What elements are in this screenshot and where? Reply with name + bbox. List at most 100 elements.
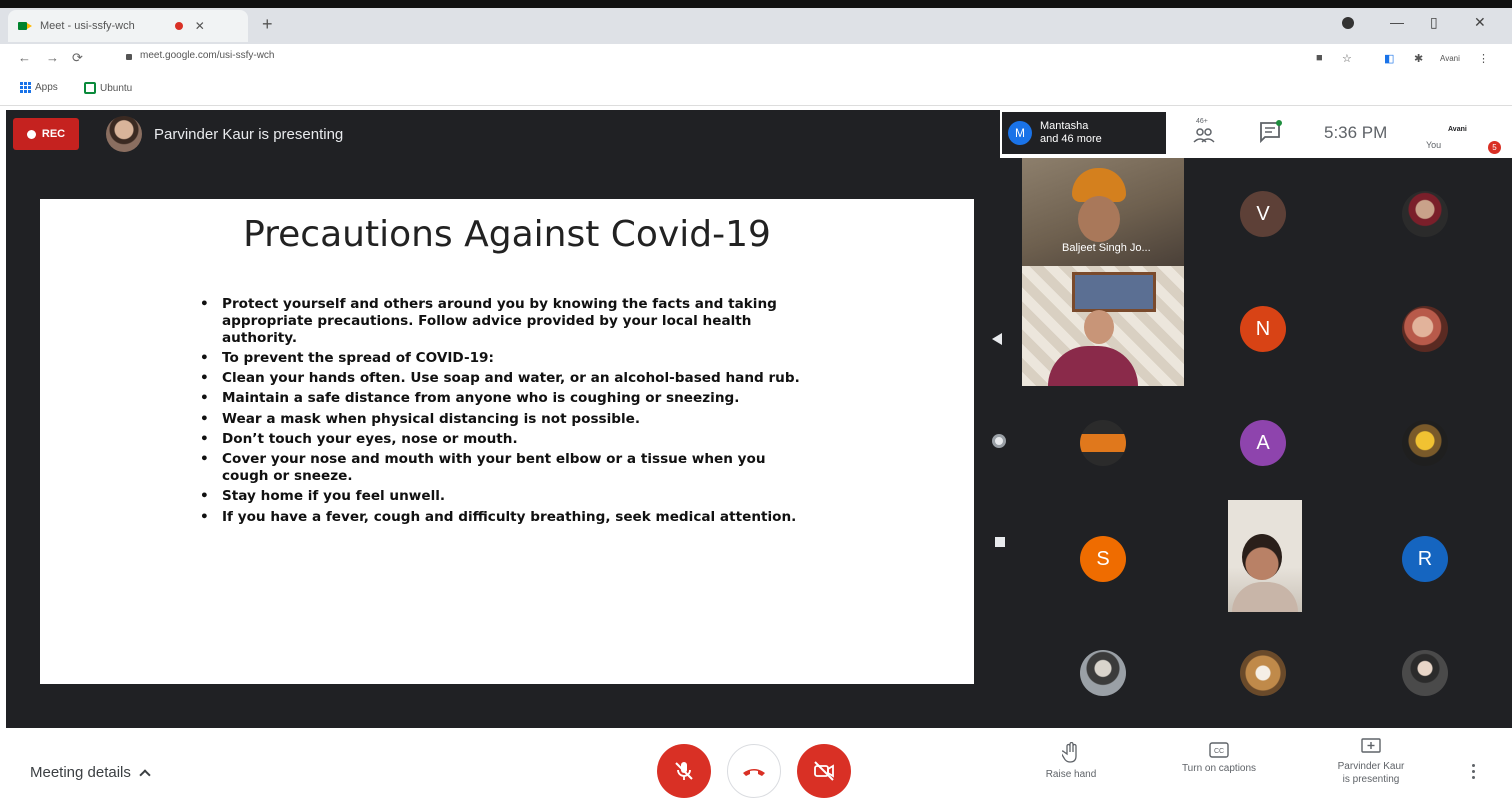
participants-summary[interactable]: M Mantasha and 46 more bbox=[1002, 112, 1166, 154]
extensions-icon[interactable]: ✱ bbox=[1414, 52, 1423, 65]
close-tab-icon[interactable]: ✕ bbox=[195, 19, 205, 33]
slide-bullet: Maintain a safe distance from anyone who… bbox=[196, 390, 816, 407]
people-button[interactable]: 46+ bbox=[1190, 118, 1218, 148]
more-options-button[interactable] bbox=[1472, 764, 1475, 779]
leave-call-button[interactable] bbox=[727, 744, 781, 798]
participant-video-tile[interactable] bbox=[1022, 266, 1184, 386]
android-home-icon[interactable] bbox=[992, 434, 1006, 448]
bookmark-apps[interactable]: Apps bbox=[20, 82, 58, 93]
android-recents-icon[interactable] bbox=[995, 537, 1005, 547]
forward-button[interactable]: → bbox=[46, 50, 59, 65]
meeting-clock: 5:36 PM bbox=[1324, 123, 1388, 142]
presenting-label-line1: Parvinder Kaur bbox=[1337, 761, 1405, 772]
participant-photo[interactable] bbox=[1080, 650, 1126, 696]
apps-grid-icon bbox=[20, 82, 31, 93]
notification-badge: 5 bbox=[1488, 141, 1501, 154]
new-tab-button[interactable]: + bbox=[262, 14, 273, 35]
self-name: Avani bbox=[1448, 126, 1467, 133]
participants-summary-text: Mantasha and 46 more bbox=[1040, 120, 1102, 146]
recording-indicator-icon bbox=[174, 22, 183, 30]
participant-avatar-a[interactable]: A bbox=[1240, 420, 1286, 466]
browser-menu-icon[interactable]: ⋮ bbox=[1478, 52, 1489, 65]
url-field[interactable]: meet.google.com/usi-ssfy-wch bbox=[140, 50, 275, 61]
participant-avatar-s[interactable]: S bbox=[1080, 536, 1126, 582]
mic-off-icon bbox=[675, 762, 693, 780]
presenting-status: Parvinder Kaur is presenting bbox=[154, 126, 344, 143]
participant-video-tile[interactable] bbox=[1228, 500, 1302, 612]
wall-poster bbox=[1072, 272, 1156, 312]
chat-icon bbox=[1260, 120, 1282, 144]
meet-favicon-icon bbox=[18, 20, 32, 32]
profile-circle-icon[interactable] bbox=[1342, 16, 1354, 32]
translate-icon[interactable]: ◧ bbox=[1384, 52, 1394, 65]
reload-button[interactable]: ⟳ bbox=[72, 50, 83, 66]
chat-button[interactable] bbox=[1258, 120, 1284, 144]
participant-avatar-n[interactable]: N bbox=[1240, 306, 1286, 352]
participant-name-label: Baljeet Singh Jo... bbox=[1062, 242, 1151, 254]
shoulders-shape bbox=[1232, 582, 1298, 612]
participant-photo[interactable] bbox=[1402, 191, 1448, 237]
chevron-up-icon bbox=[139, 768, 151, 781]
participant-photo[interactable] bbox=[1240, 650, 1286, 696]
presenting-label-line2: is presenting bbox=[1342, 774, 1400, 785]
presenting-button[interactable]: Parvinder Kaur is presenting bbox=[1316, 738, 1426, 786]
participant-avatar: M bbox=[1008, 121, 1032, 145]
face-shape bbox=[1078, 196, 1120, 242]
android-back-icon[interactable] bbox=[992, 333, 1002, 345]
shoulders-shape bbox=[1048, 346, 1138, 386]
face-shape bbox=[1084, 310, 1114, 344]
lock-icon bbox=[126, 54, 132, 60]
slide-bullet: If you have a fever, cough and difficult… bbox=[196, 509, 816, 526]
bookmark-star-icon[interactable]: ☆ bbox=[1342, 52, 1352, 65]
participant-photo[interactable] bbox=[1402, 420, 1448, 466]
end-call-icon bbox=[743, 769, 765, 776]
participant-photo[interactable] bbox=[1402, 650, 1448, 696]
participant-video-tile[interactable]: Baljeet Singh Jo... bbox=[1022, 158, 1184, 266]
bookmarks-bar bbox=[0, 76, 1512, 106]
present-screen-icon bbox=[1361, 738, 1381, 753]
bookmark-ubuntu[interactable]: Ubuntu bbox=[84, 82, 132, 94]
raise-hand-button[interactable]: Raise hand bbox=[1016, 742, 1126, 781]
slide-title: Precautions Against Covid-19 bbox=[243, 214, 771, 255]
presenter-avatar bbox=[106, 116, 142, 152]
presenting-label: Parvinder Kaur is presenting bbox=[1338, 760, 1405, 786]
slide-bullet-list: Protect yourself and others around you b… bbox=[196, 296, 816, 529]
slide-bullet: Protect yourself and others around you b… bbox=[196, 296, 816, 346]
camera-off-icon bbox=[814, 761, 834, 781]
more-options-icon bbox=[1472, 764, 1475, 767]
self-label: You bbox=[1426, 140, 1442, 150]
slide-bullet: Stay home if you feel unwell. bbox=[196, 488, 816, 505]
slide-bullet: Wear a mask when physical distancing is … bbox=[196, 411, 816, 428]
participant-photo[interactable] bbox=[1080, 420, 1126, 466]
profile-label[interactable]: Avani bbox=[1440, 54, 1460, 63]
captions-button[interactable]: CC Turn on captions bbox=[1164, 742, 1274, 775]
back-button[interactable]: ← bbox=[18, 50, 31, 65]
summary-name: Mantasha bbox=[1040, 120, 1089, 132]
svg-text:CC: CC bbox=[1214, 748, 1224, 755]
tab-title: Meet - usi-ssfy-wch bbox=[40, 20, 135, 32]
participant-avatar-v[interactable]: V bbox=[1240, 191, 1286, 237]
camera-toggle-button[interactable] bbox=[797, 744, 851, 798]
minimize-button[interactable]: — bbox=[1390, 14, 1404, 30]
meeting-details-button[interactable]: Meeting details bbox=[30, 764, 151, 781]
close-window-button[interactable]: ✕ bbox=[1474, 14, 1486, 31]
captions-icon: CC bbox=[1209, 742, 1229, 758]
slide-bullet: To prevent the spread of COVID-19: bbox=[196, 350, 816, 367]
ubuntu-bookmark-icon bbox=[84, 82, 96, 94]
restore-button[interactable]: ▯ bbox=[1430, 14, 1438, 31]
camera-icon[interactable]: ■ bbox=[1316, 52, 1323, 64]
raise-hand-icon bbox=[1062, 742, 1077, 763]
people-count: 46+ bbox=[1196, 118, 1208, 125]
face-shape bbox=[1242, 534, 1282, 580]
browser-tab[interactable]: Meet - usi-ssfy-wch ✕ bbox=[8, 10, 248, 42]
window-top-edge bbox=[0, 0, 1512, 8]
recording-badge: REC bbox=[13, 118, 79, 150]
slide-bullet: Don’t touch your eyes, nose or mouth. bbox=[196, 431, 816, 448]
microphone-toggle-button[interactable] bbox=[657, 744, 711, 798]
rec-label: REC bbox=[41, 128, 66, 140]
bookmark-ubuntu-label: Ubuntu bbox=[100, 82, 133, 94]
slide-bullet: Clean your hands often. Use soap and wat… bbox=[196, 370, 816, 387]
participant-photo[interactable] bbox=[1402, 306, 1448, 352]
participant-avatar-r[interactable]: R bbox=[1402, 536, 1448, 582]
captions-label: Turn on captions bbox=[1181, 763, 1257, 774]
